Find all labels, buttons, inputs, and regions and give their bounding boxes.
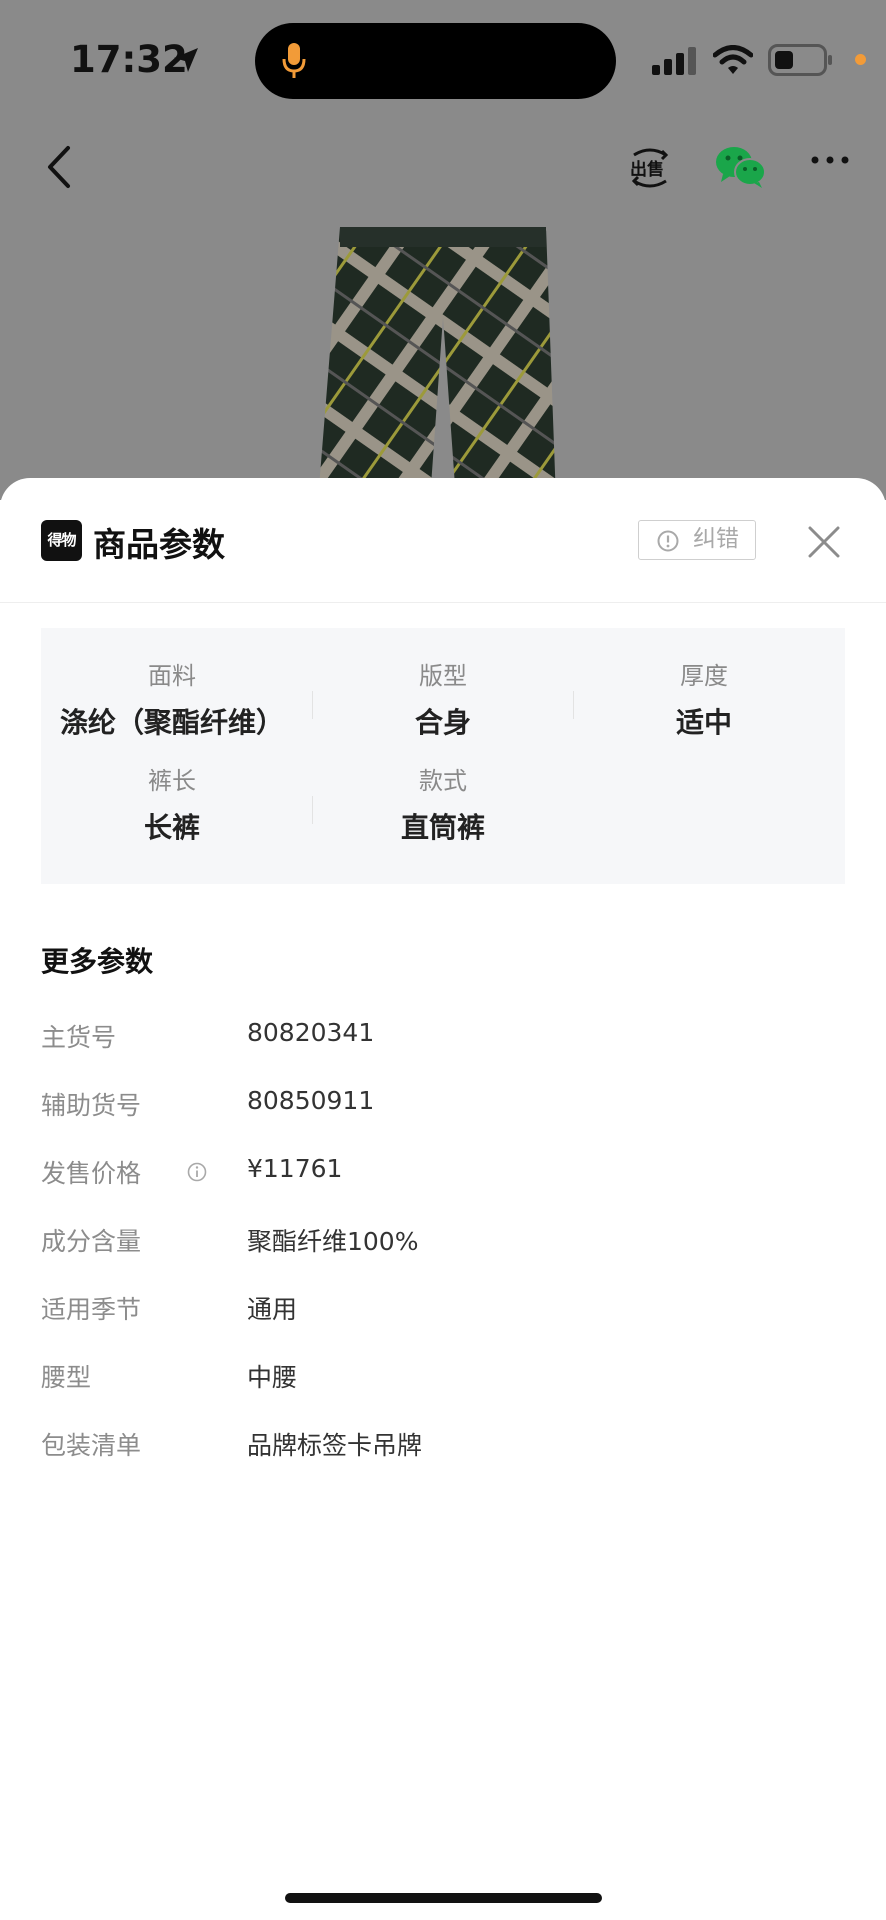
wifi-icon <box>713 45 753 74</box>
privacy-dot <box>855 54 866 65</box>
spec-key: 腰型 <box>41 1363 92 1392</box>
param-fit: 版型 合身 <box>312 656 574 741</box>
signal-icon <box>652 47 696 75</box>
report-error-button[interactable]: 纠错 <box>638 520 756 560</box>
param-label: 版型 <box>419 662 467 690</box>
microphone-icon <box>282 43 306 78</box>
spec-key: 成分含量 <box>41 1227 142 1256</box>
brand-logo: 得物 <box>41 520 82 561</box>
spec-row: 成分含量 聚酯纤维100% <box>41 1222 841 1262</box>
spec-key: 发售价格 <box>41 1159 142 1188</box>
param-thickness: 厚度 适中 <box>573 656 835 741</box>
spec-row: 主货号 80820341 <box>41 1018 841 1058</box>
status-bar: 17:32 <box>0 0 886 120</box>
param-length: 裤长 长裤 <box>41 761 303 846</box>
sheet-header: 得物 商品参数 纠错 <box>0 478 886 603</box>
spec-row: 发售价格 ¥11761 <box>41 1154 841 1194</box>
dynamic-island <box>255 23 616 99</box>
param-value: 合身 <box>414 706 471 739</box>
param-label: 款式 <box>419 767 467 795</box>
spec-row: 适用季节 通用 <box>41 1290 841 1330</box>
product-params-sheet: 得物 商品参数 纠错 面料 涤纶（聚酯纤维） 版型 合身 厚度 适中 裤长 长裤… <box>0 478 886 1920</box>
spec-row: 辅助货号 80850911 <box>41 1086 841 1126</box>
home-indicator[interactable] <box>285 1893 602 1903</box>
spec-value: 品牌标签卡吊牌 <box>247 1431 423 1460</box>
svg-text:出售: 出售 <box>630 159 664 180</box>
status-time: 17:32 <box>70 38 188 81</box>
battery-icon <box>768 44 832 76</box>
spec-key: 主货号 <box>41 1023 117 1052</box>
param-value: 长裤 <box>143 811 200 844</box>
spec-key: 适用季节 <box>41 1295 142 1324</box>
param-label: 厚度 <box>680 662 728 690</box>
spec-key: 辅助货号 <box>41 1091 142 1120</box>
spec-key: 包装清单 <box>41 1431 142 1460</box>
sell-icon[interactable]: 出售 <box>628 143 672 191</box>
param-label: 面料 <box>148 662 196 690</box>
param-label: 裤长 <box>148 767 196 795</box>
params-panel: 面料 涤纶（聚酯纤维） 版型 合身 厚度 适中 裤长 长裤 款式 直筒裤 <box>41 628 845 884</box>
sheet-title: 商品参数 <box>93 525 225 564</box>
param-value: 直筒裤 <box>400 811 485 844</box>
product-image <box>318 227 556 500</box>
spec-row: 包装清单 品牌标签卡吊牌 <box>41 1426 841 1466</box>
param-style: 款式 直筒裤 <box>312 761 574 846</box>
info-circle-icon <box>657 530 679 552</box>
product-page-backdrop: 17:32 出售 <box>0 0 886 500</box>
wechat-icon[interactable] <box>715 146 767 188</box>
param-value: 涤纶（聚酯纤维） <box>59 706 284 739</box>
spec-value: 80820341 <box>247 1018 375 1047</box>
location-arrow-icon <box>174 48 198 72</box>
spec-value: 中腰 <box>247 1363 298 1392</box>
more-dots-icon[interactable] <box>810 155 850 165</box>
back-chevron-icon[interactable] <box>44 144 74 190</box>
spec-value: 通用 <box>247 1295 298 1324</box>
spec-row: 腰型 中腰 <box>41 1358 841 1398</box>
info-circle-icon[interactable] <box>187 1162 207 1182</box>
spec-value: ¥11761 <box>247 1154 343 1183</box>
spec-value: 80850911 <box>247 1086 375 1115</box>
close-icon[interactable] <box>808 526 840 558</box>
report-error-label: 纠错 <box>693 526 739 552</box>
param-value: 适中 <box>675 706 732 739</box>
more-params-title: 更多参数 <box>41 945 154 978</box>
param-fabric: 面料 涤纶（聚酯纤维） <box>41 656 303 741</box>
spec-value: 聚酯纤维100% <box>247 1227 419 1256</box>
